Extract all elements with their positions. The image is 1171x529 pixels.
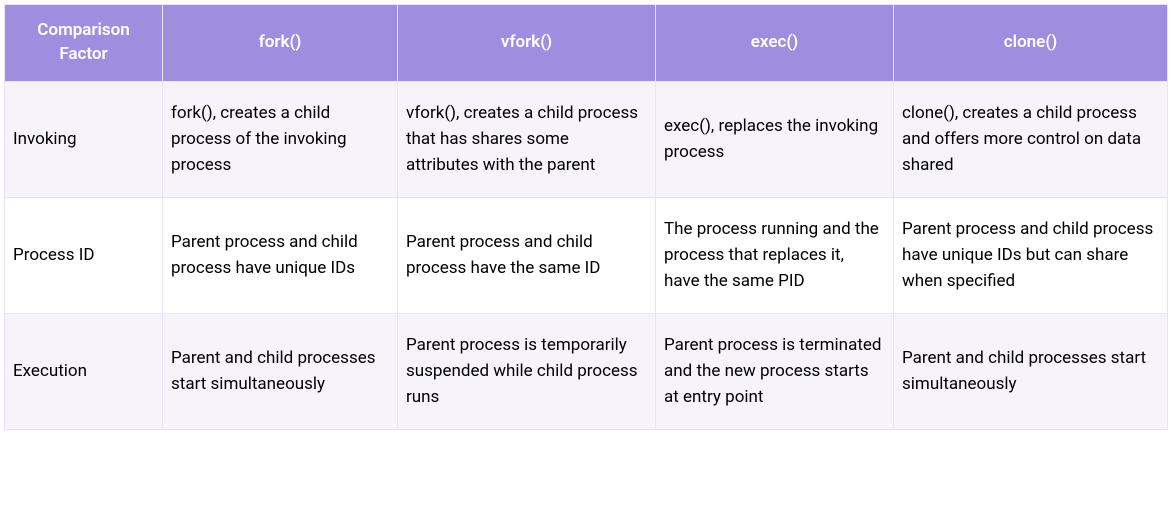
cell-fork: Parent process and child process have un… <box>163 197 398 313</box>
header-row: Comparison Factor fork() vfork() exec() … <box>5 5 1168 82</box>
cell-fork: Parent and child processes start simulta… <box>163 313 398 429</box>
table-row: Execution Parent and child processes sta… <box>5 313 1168 429</box>
cell-fork: fork(), creates a child process of the i… <box>163 81 398 197</box>
row-factor-label: Invoking <box>5 81 163 197</box>
cell-exec: exec(), replaces the invoking process <box>656 81 894 197</box>
cell-clone: Parent and child processes start simulta… <box>894 313 1168 429</box>
header-vfork: vfork() <box>398 5 656 82</box>
header-clone: clone() <box>894 5 1168 82</box>
row-factor-label: Process ID <box>5 197 163 313</box>
header-fork: fork() <box>163 5 398 82</box>
table-header: Comparison Factor fork() vfork() exec() … <box>5 5 1168 82</box>
table-body: Invoking fork(), creates a child process… <box>5 81 1168 429</box>
header-comparison-factor: Comparison Factor <box>5 5 163 82</box>
cell-clone: Parent process and child process have un… <box>894 197 1168 313</box>
cell-vfork: vfork(), creates a child process that ha… <box>398 81 656 197</box>
row-factor-label: Execution <box>5 313 163 429</box>
table-row: Invoking fork(), creates a child process… <box>5 81 1168 197</box>
comparison-table: Comparison Factor fork() vfork() exec() … <box>4 4 1168 430</box>
header-exec: exec() <box>656 5 894 82</box>
cell-exec: Parent process is terminated and the new… <box>656 313 894 429</box>
cell-exec: The process running and the process that… <box>656 197 894 313</box>
cell-vfork: Parent process is temporarily suspended … <box>398 313 656 429</box>
table-row: Process ID Parent process and child proc… <box>5 197 1168 313</box>
cell-vfork: Parent process and child process have th… <box>398 197 656 313</box>
cell-clone: clone(), creates a child process and off… <box>894 81 1168 197</box>
